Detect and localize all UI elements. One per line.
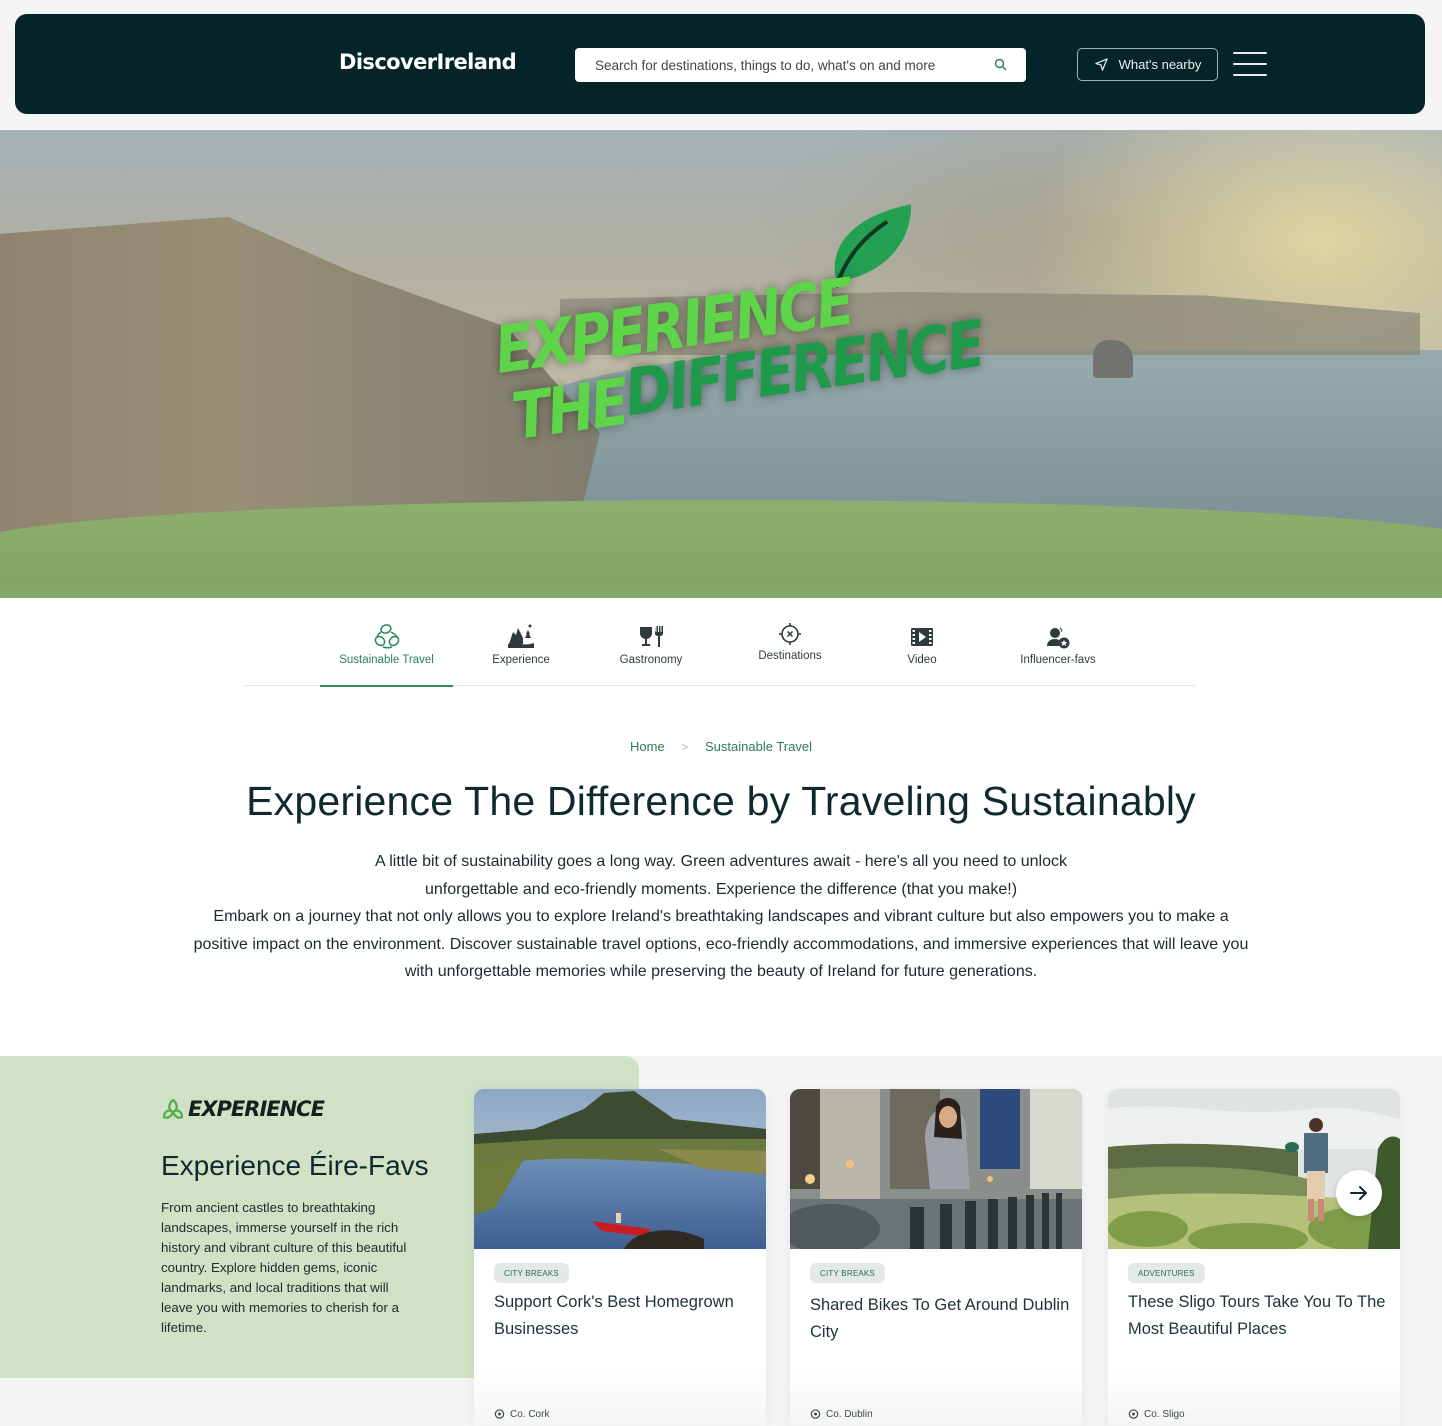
intro-paragraph-2: Embark on a journey that not only allows… <box>193 908 1249 980</box>
tab-label: Sustainable Travel <box>339 654 434 666</box>
tab-label: Video <box>907 654 937 666</box>
experience-title: Experience Éire-Favs <box>161 1150 429 1181</box>
card-location: Co. Sligo <box>1128 1409 1185 1420</box>
film-play-icon <box>911 628 933 646</box>
category-nav: Sustainable Travel Experience Gastronomy <box>244 612 1195 687</box>
site-header: DiscoverIreland What's nearby <box>15 14 1425 114</box>
tab-label: Gastronomy <box>619 654 683 666</box>
article-card[interactable]: CITY BREAKS Shared Bikes To Get Around D… <box>790 1089 1082 1426</box>
river-canoe-photo <box>474 1089 766 1249</box>
site-logo[interactable]: DiscoverIreland <box>339 50 517 74</box>
breadcrumb-home[interactable]: Home <box>630 739 665 754</box>
experience-tag: EXPERIENCE <box>161 1097 325 1121</box>
breadcrumb-current[interactable]: Sustainable Travel <box>705 739 812 754</box>
intro-text: A little bit of sustainability goes a lo… <box>190 848 1252 986</box>
tab-gastronomy[interactable]: Gastronomy <box>606 612 696 686</box>
hero-line-the: THE <box>507 365 632 456</box>
card-location: Co. Dublin <box>810 1409 873 1420</box>
sligo-hiker-photo <box>1108 1089 1400 1249</box>
search-input[interactable] <box>595 57 994 73</box>
card-location: Co. Cork <box>494 1409 549 1420</box>
landscape-icon <box>508 624 534 648</box>
article-card[interactable]: CITY BREAKS Support Cork's Best Homegrow… <box>474 1089 766 1426</box>
intro-line-2: unforgettable and eco-friendly moments. … <box>424 880 1018 898</box>
search-icon[interactable] <box>994 58 1008 72</box>
tab-experience[interactable]: Experience <box>476 612 566 686</box>
recycle-leaves-icon <box>374 624 399 649</box>
tab-label: Experience <box>492 654 550 666</box>
chevron-right-icon: > <box>681 740 689 754</box>
card-title[interactable]: These Sligo Tours Take You To The Most B… <box>1128 1289 1388 1343</box>
page-title: Experience The Difference by Traveling S… <box>246 778 1196 824</box>
category-badge: CITY BREAKS <box>810 1263 885 1283</box>
article-card[interactable]: ADVENTURES These Sligo Tours Take You To… <box>1108 1089 1400 1426</box>
card-location-label: Co. Cork <box>510 1409 550 1420</box>
category-badge: CITY BREAKS <box>494 1263 569 1283</box>
hamburger-menu-icon[interactable] <box>1233 52 1267 76</box>
carousel-next-button[interactable] <box>1336 1170 1382 1216</box>
user-star-icon <box>1047 627 1070 649</box>
category-badge: ADVENTURES <box>1128 1263 1205 1283</box>
navigation-arrow-icon <box>1094 58 1108 71</box>
tab-video[interactable]: Video <box>894 612 950 686</box>
page: DiscoverIreland What's nearby EXPERIENCE… <box>0 0 1442 1426</box>
arrow-right-icon <box>1350 1186 1367 1200</box>
location-pin-icon <box>1128 1409 1139 1419</box>
dublin-bikes-photo <box>790 1089 1082 1249</box>
card-title[interactable]: Shared Bikes To Get Around Dublin City <box>810 1292 1070 1346</box>
tab-sustainable-travel[interactable]: Sustainable Travel <box>320 612 453 687</box>
location-pin-icon <box>810 1409 821 1419</box>
breadcrumb: Home > Sustainable Travel <box>0 739 1442 754</box>
intro-line-1: A little bit of sustainability goes a lo… <box>374 853 1068 870</box>
tab-label: Influencer-favs <box>1020 654 1096 666</box>
whats-nearby-label: What's nearby <box>1118 57 1202 72</box>
card-location-label: Co. Dublin <box>826 1409 873 1420</box>
tab-influencer-favs[interactable]: Influencer-favs <box>1010 612 1106 686</box>
celtic-knot-icon <box>162 1098 184 1119</box>
whats-nearby-button[interactable]: What's nearby <box>1077 48 1218 81</box>
card-title[interactable]: Support Cork's Best Homegrown Businesses <box>494 1289 754 1343</box>
tab-destinations[interactable]: Destinations <box>744 612 836 686</box>
wine-fork-icon <box>640 626 663 647</box>
card-location-label: Co. Sligo <box>1144 1409 1185 1420</box>
crosshair-icon <box>779 623 801 645</box>
location-pin-icon <box>494 1409 505 1419</box>
experience-description: From ancient castles to breathtaking lan… <box>161 1200 407 1335</box>
search-bar[interactable] <box>575 48 1026 82</box>
experience-tag-label: EXPERIENCE <box>188 1097 325 1121</box>
hero-banner: EXPERIENCE THE DIFFERENCE <box>0 130 1442 598</box>
tab-label: Destinations <box>758 650 822 662</box>
